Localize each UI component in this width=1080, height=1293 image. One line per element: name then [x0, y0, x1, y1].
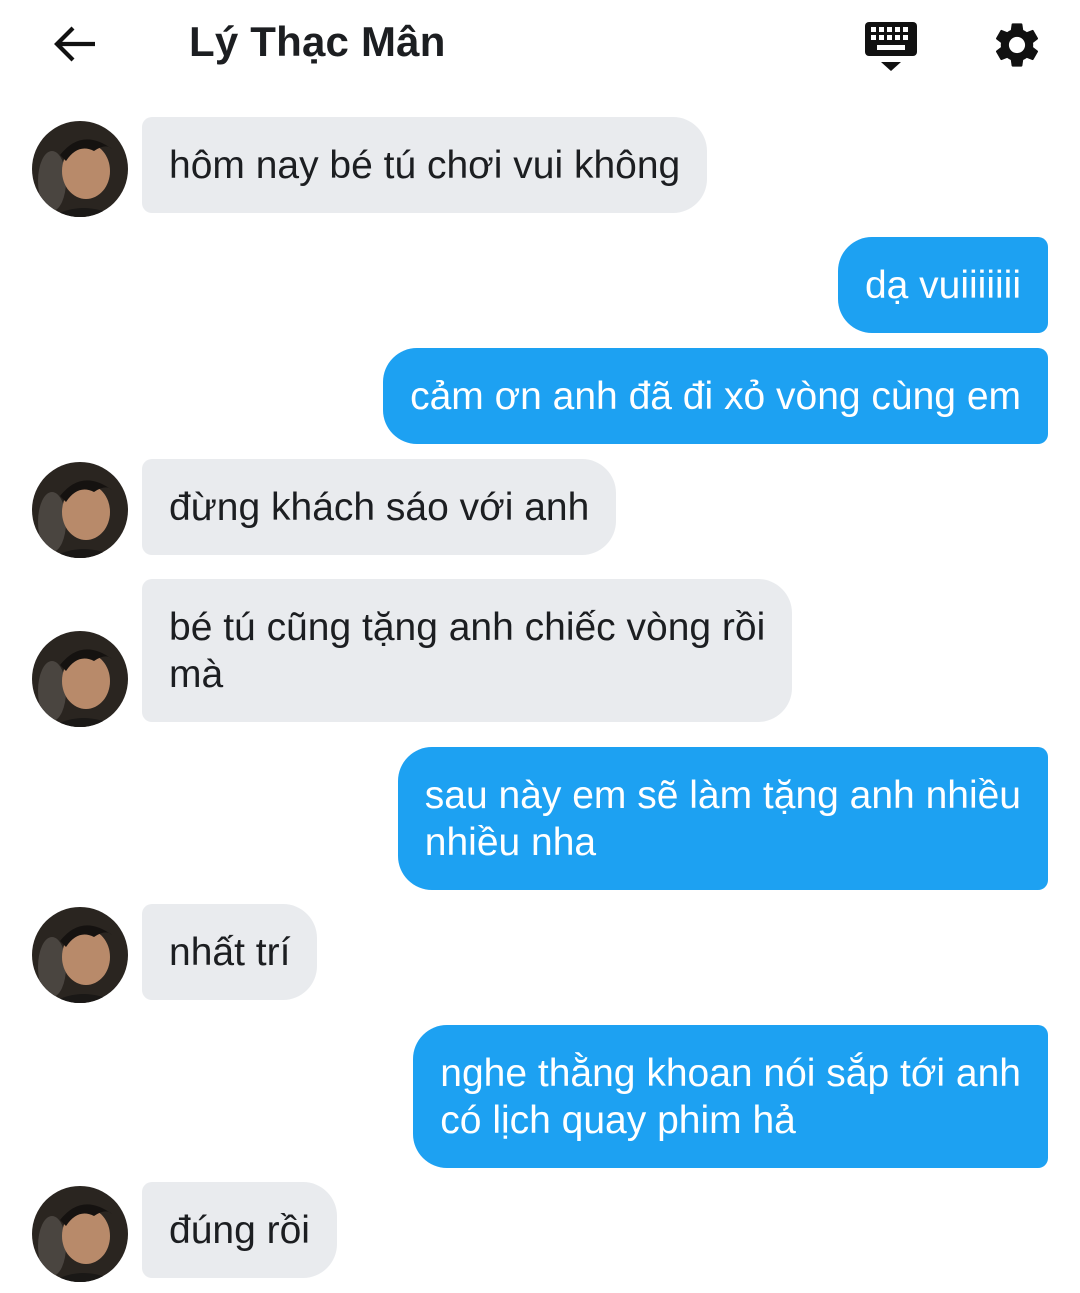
avatar-photo: [32, 121, 128, 217]
chat-header: Lý Thạc Mân: [0, 0, 1080, 90]
outgoing-message-bubble[interactable]: sau này em sẽ làm tặng anh nhiều nhiều n…: [397, 747, 1048, 890]
incoming-message-bubble[interactable]: bé tú cũng tặng anh chiếc vòng rồi mà: [142, 579, 793, 722]
chat-title: Lý Thạc Mân: [189, 18, 446, 65]
incoming-message-bubble[interactable]: đúng rồi: [142, 1182, 337, 1278]
avatar-photo: [32, 1186, 128, 1282]
outgoing-message-bubble[interactable]: cảm ơn anh đã đi xỏ vòng cùng em: [383, 348, 1048, 444]
back-button[interactable]: [46, 18, 102, 70]
avatar-photo: [32, 462, 128, 558]
chat-screen: Lý Thạc Mân hôm nay bé tú chơi vui không…: [0, 0, 1080, 1293]
avatar[interactable]: [32, 1186, 128, 1282]
outgoing-message-bubble[interactable]: nghe thằng khoan nói sắp tới anh có lịch…: [413, 1025, 1048, 1168]
avatar[interactable]: [32, 462, 128, 558]
avatar-photo: [32, 907, 128, 1003]
arrow-left-icon: [54, 26, 95, 62]
incoming-message-bubble[interactable]: nhất trí: [142, 904, 318, 1000]
incoming-message-bubble[interactable]: đừng khách sáo với anh: [142, 459, 617, 555]
keyboard-toggle-icon: [865, 22, 917, 71]
avatar[interactable]: [32, 907, 128, 1003]
avatar[interactable]: [32, 121, 128, 217]
settings-button[interactable]: [990, 18, 1044, 72]
gear-icon: [995, 23, 1039, 67]
avatar-photo: [32, 631, 128, 727]
outgoing-message-bubble[interactable]: dạ vuiiiiiii: [837, 237, 1048, 333]
keyboard-toggle-button[interactable]: [862, 18, 920, 74]
incoming-message-bubble[interactable]: hôm nay bé tú chơi vui không: [142, 117, 708, 213]
avatar[interactable]: [32, 631, 128, 727]
